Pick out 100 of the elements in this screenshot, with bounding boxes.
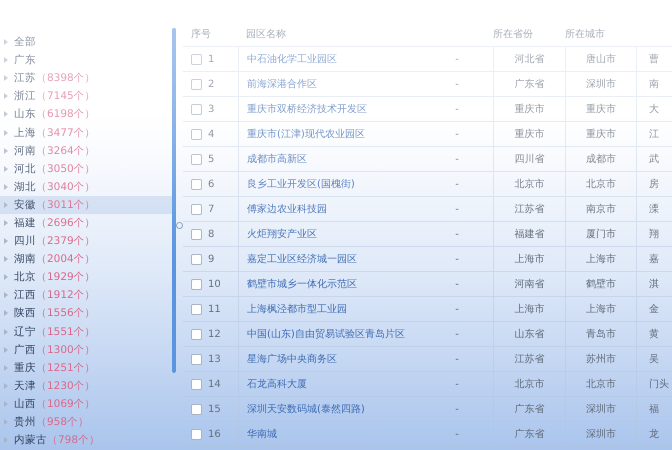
park-name-link[interactable]: 前海深港合作区 [247, 77, 317, 91]
park-name-link[interactable]: 华南城 [247, 427, 277, 441]
park-name-link[interactable]: 星海广场中央商务区 [247, 352, 337, 366]
park-name-link[interactable]: 成都市高新区 [247, 152, 307, 166]
table-cell: - [455, 54, 459, 64]
table-cell-text: 门头 [649, 378, 669, 391]
caret-icon [4, 93, 8, 100]
province-item[interactable]: 山西（1069个） [0, 394, 172, 413]
park-name-link[interactable]: 中石油化学工业园区 [247, 52, 337, 66]
park-name-link[interactable]: 良乡工业开发区(国槐街) [247, 177, 355, 191]
row-checkbox[interactable] [191, 404, 202, 414]
province-item[interactable]: 陕西（1556个） [0, 304, 172, 322]
province-item[interactable]: 贵州（958个） [0, 412, 172, 432]
table-cell-text: 江苏省 [514, 352, 544, 366]
caret-icon [4, 130, 8, 136]
table-cell-text: 鹤壁市 [586, 278, 616, 291]
table-cell-text: 河北省 [514, 52, 544, 66]
province-item[interactable]: 辽宁（1551个） [0, 322, 172, 341]
table-cell-text: 广东省 [514, 402, 544, 416]
park-name-link[interactable]: 石龙高科大厦 [247, 377, 307, 391]
province-item[interactable]: 福建（2696个） [0, 214, 172, 232]
table-cell: - [455, 104, 459, 114]
park-name-link[interactable]: 深圳天安数码城(泰然四路) [247, 402, 365, 416]
table-cell-text: 厦门市 [586, 228, 616, 241]
caret-icon [4, 419, 8, 426]
province-item[interactable]: 河北（3050个） [0, 160, 172, 178]
table-cell-text: 北京市 [514, 178, 544, 191]
province-item[interactable]: 江苏（8398个） [0, 69, 172, 88]
park-name-link[interactable]: 中国(山东)自由贸易试验区青岛片区 [247, 327, 405, 341]
province-item[interactable]: 江西（1912个） [0, 286, 172, 304]
table-cell: - [455, 204, 459, 214]
table-cell-text: 北京市 [514, 378, 544, 391]
table-cell-text: 四川省 [514, 152, 544, 166]
province-item[interactable]: 山东（6198个） [0, 105, 172, 124]
province-item[interactable]: 广西（1300个） [0, 340, 172, 359]
table-cell-text: 上海市 [586, 252, 616, 266]
row-checkbox[interactable] [191, 354, 202, 364]
row-checkbox[interactable] [191, 228, 202, 240]
caret-icon [4, 310, 8, 316]
park-name-link[interactable]: 傅家边农业科技园 [247, 202, 327, 216]
province-item[interactable]: 湖南（2004个） [0, 250, 172, 268]
province-item[interactable]: 重庆（1251个） [0, 358, 172, 377]
row-checkbox[interactable] [191, 378, 202, 390]
province-item[interactable]: 北京（1929个） [0, 268, 172, 286]
row-checkbox[interactable] [191, 54, 202, 64]
table-cell: - [455, 428, 459, 440]
province-item[interactable]: 河南（3264个） [0, 142, 172, 160]
table-cell-text: 山东省 [514, 328, 544, 341]
scrollbar[interactable] [172, 28, 176, 373]
caret-icon [4, 238, 8, 244]
caret-icon [4, 202, 8, 208]
row-number: 6 [208, 178, 214, 190]
row-checkbox[interactable] [191, 178, 202, 190]
table-cell-text: 福 [649, 402, 659, 416]
column-header: 园区名称 [246, 28, 286, 41]
splitter-handle-icon[interactable] [176, 222, 183, 228]
row-checkbox[interactable] [191, 104, 202, 114]
park-name-link[interactable]: 重庆市(江津)现代农业园区 [247, 127, 365, 141]
row-checkbox[interactable] [191, 278, 202, 290]
row-number: 8 [208, 228, 214, 240]
row-checkbox[interactable] [191, 254, 202, 264]
park-name-link[interactable]: 重庆市双桥经济技术开发区 [247, 102, 367, 116]
column-header: 序号 [191, 28, 211, 41]
caret-icon [4, 346, 8, 353]
row-checkbox[interactable] [191, 304, 202, 314]
row-checkbox[interactable] [191, 328, 202, 340]
caret-icon [4, 400, 8, 407]
park-name-link[interactable]: 火炬翔安产业区 [247, 227, 317, 241]
table-cell-text: 重庆市 [514, 102, 544, 116]
row-checkbox[interactable] [191, 428, 202, 440]
table-cell-text: 嘉 [649, 252, 659, 266]
row-checkbox[interactable] [191, 154, 202, 164]
caret-icon [4, 364, 8, 371]
caret-icon [4, 292, 8, 298]
table-cell-text: 上海市 [514, 302, 544, 316]
table-cell-text: 龙 [649, 428, 659, 441]
park-name-link[interactable]: 上海枫泾都市型工业园 [247, 302, 347, 316]
row-number: 13 [208, 354, 221, 364]
province-item[interactable]: 四川（2379个） [0, 232, 172, 250]
table-cell-text: 房 [649, 178, 659, 191]
caret-icon [4, 437, 8, 444]
table-cell-text: 淇 [649, 278, 659, 291]
table-cell-text: 重庆市 [586, 128, 616, 141]
province-item[interactable]: 天津（1230个） [0, 376, 172, 395]
province-item[interactable]: 内蒙古（798个） [0, 431, 172, 450]
table-cell: - [455, 328, 459, 340]
row-checkbox[interactable] [191, 78, 202, 90]
row-checkbox[interactable] [191, 128, 202, 140]
province-item[interactable]: 全部 [0, 33, 172, 52]
park-name-link[interactable]: 鹤壁市城乡一体化示范区 [247, 277, 357, 291]
province-item[interactable]: 广东 [0, 51, 172, 70]
row-checkbox[interactable] [191, 204, 202, 214]
row-number: 9 [208, 254, 214, 264]
province-item[interactable]: 湖北（3040个） [0, 178, 172, 196]
park-name-link[interactable]: 嘉定工业区经济城一园区 [247, 252, 357, 266]
caret-icon [4, 39, 8, 46]
table-cell-text: 南京市 [586, 202, 616, 216]
province-item[interactable]: 上海（3477个） [0, 123, 172, 142]
caret-icon [4, 382, 8, 389]
province-item[interactable]: 浙江（7145个） [0, 87, 172, 106]
